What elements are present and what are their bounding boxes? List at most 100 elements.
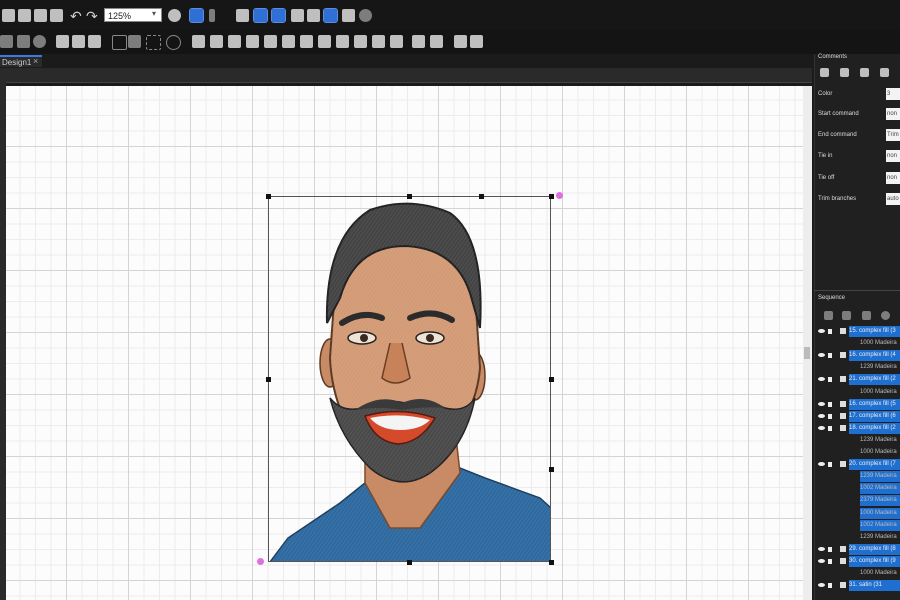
sequence-row[interactable]: 1239 Madeira (814, 362, 900, 373)
sequence-row[interactable]: 20. complex fill (7 (814, 459, 900, 471)
ungroup-icon[interactable] (390, 35, 403, 48)
color-tab-icon[interactable] (860, 68, 869, 77)
zoom-fit-icon[interactable] (168, 9, 181, 22)
align-bottom-icon[interactable] (354, 35, 367, 48)
3d-view-icon[interactable] (236, 9, 249, 22)
combine-icon[interactable] (412, 35, 425, 48)
resize-handle[interactable] (266, 194, 271, 199)
sequence-row[interactable]: 21. complex fill (2 (814, 374, 900, 386)
sequence-row[interactable]: 17. complex fill (6 (814, 410, 900, 422)
sequence-row[interactable]: 1239 Madeira (814, 471, 900, 483)
eye-icon[interactable] (818, 353, 825, 358)
star-icon[interactable] (842, 311, 851, 320)
circle-select-icon[interactable] (166, 35, 181, 50)
eye-icon[interactable] (818, 401, 825, 406)
scrollbar-thumb[interactable] (804, 347, 810, 359)
rotate-icon[interactable] (17, 35, 30, 48)
lock-icon[interactable] (828, 329, 832, 334)
align-top-icon[interactable] (318, 35, 331, 48)
resize-handle[interactable] (407, 560, 412, 565)
align-right-icon[interactable] (300, 35, 313, 48)
sequence-row[interactable]: 1000 Madeira (814, 387, 900, 398)
frame-icon[interactable] (342, 9, 355, 22)
tie-off-field[interactable]: non (886, 172, 900, 184)
sequence-row[interactable]: 1000 Madeira (814, 507, 900, 519)
lock-icon[interactable] (828, 462, 832, 468)
sequence-row[interactable]: 16. complex fill (4 (814, 350, 900, 362)
copy-icon[interactable] (56, 35, 69, 48)
lock-icon[interactable] (828, 583, 832, 589)
grid-view-icon[interactable] (253, 8, 268, 23)
chevron-down-icon[interactable]: ▾ (152, 9, 160, 21)
sequence-row[interactable]: 2379 Madeira (814, 495, 900, 507)
resize-handle[interactable] (549, 377, 554, 382)
nodes-icon[interactable] (291, 9, 304, 22)
list-view-icon[interactable] (824, 311, 833, 320)
paste-icon[interactable] (72, 35, 85, 48)
flag-icon[interactable] (862, 311, 871, 320)
sequence-row[interactable]: 31. satin (31 (814, 580, 900, 592)
file-icon[interactable] (2, 9, 15, 22)
eye-icon[interactable] (818, 462, 825, 467)
menu-bar[interactable] (0, 0, 80, 4)
hoop-icon[interactable] (359, 9, 372, 22)
align-middle-icon[interactable] (336, 35, 349, 48)
lock-icon[interactable] (828, 558, 832, 564)
resize-icon[interactable] (454, 35, 467, 48)
rotate-left-icon[interactable] (228, 35, 241, 48)
break-icon[interactable] (430, 35, 443, 48)
mirror-v-icon[interactable] (210, 35, 223, 48)
eye-icon[interactable] (818, 583, 825, 588)
selection-box[interactable] (268, 196, 551, 562)
clock-icon[interactable] (881, 311, 890, 320)
align-left-icon[interactable] (264, 35, 277, 48)
resize-handle[interactable] (549, 560, 554, 565)
mirror-h-icon[interactable] (192, 35, 205, 48)
rotate-handle[interactable] (556, 192, 563, 199)
tie-in-field[interactable]: non (886, 150, 900, 162)
stitch-view-icon[interactable] (271, 8, 286, 23)
resize-handle[interactable] (407, 194, 412, 199)
lasso-icon[interactable] (128, 35, 141, 48)
undo-icon[interactable]: ↶ (70, 9, 82, 23)
sequence-row[interactable]: 15. complex fill (3 (814, 326, 900, 337)
new-icon[interactable] (18, 9, 31, 22)
end-command-field[interactable]: Trim (886, 129, 900, 141)
eye-icon[interactable] (818, 377, 825, 382)
resize-handle[interactable] (479, 194, 484, 199)
sequence-row[interactable]: 1002 Madeira (814, 519, 900, 531)
redo-icon[interactable]: ↷ (86, 9, 98, 23)
resize-handle[interactable] (549, 194, 554, 199)
eye-icon[interactable] (818, 546, 825, 551)
sequence-row[interactable]: 1000 Madeira (814, 447, 900, 458)
lock-icon[interactable] (828, 413, 832, 419)
sequence-row[interactable]: 30. complex fill (9 (814, 555, 900, 567)
gear-icon[interactable] (33, 35, 46, 48)
vertical-scrollbar[interactable] (803, 86, 812, 600)
lock-icon[interactable] (828, 353, 832, 359)
sequence-row[interactable]: 1000 Madeira (814, 338, 900, 349)
move-icon[interactable] (0, 35, 13, 48)
lock-icon[interactable] (828, 401, 832, 407)
lock-icon[interactable] (828, 546, 832, 552)
save-icon[interactable] (34, 9, 47, 22)
sequence-row[interactable]: 29. complex fill (8 (814, 543, 900, 555)
group-icon[interactable] (372, 35, 385, 48)
sequence-row[interactable]: 1000 Madeira (814, 568, 900, 579)
delete-icon[interactable] (88, 35, 101, 48)
print-icon[interactable] (50, 9, 63, 22)
sequence-row[interactable]: 1002 Madeira (814, 483, 900, 495)
eye-icon[interactable] (818, 413, 825, 418)
needle-icon[interactable] (209, 9, 215, 22)
resize-handle[interactable] (549, 467, 554, 472)
object-tab-icon[interactable] (840, 68, 849, 77)
lock-icon[interactable] (828, 425, 832, 431)
align-center-icon[interactable] (282, 35, 295, 48)
rotate-handle[interactable] (257, 558, 264, 565)
fit-icon[interactable] (470, 35, 483, 48)
eye-icon[interactable] (818, 425, 825, 430)
sequence-row[interactable]: 1239 Madeira (814, 435, 900, 446)
sequence-row[interactable]: 1239 Madeira (814, 532, 900, 543)
circle-select-icon[interactable] (146, 35, 161, 50)
sequence-row[interactable]: 16. complex fill (5 (814, 398, 900, 410)
